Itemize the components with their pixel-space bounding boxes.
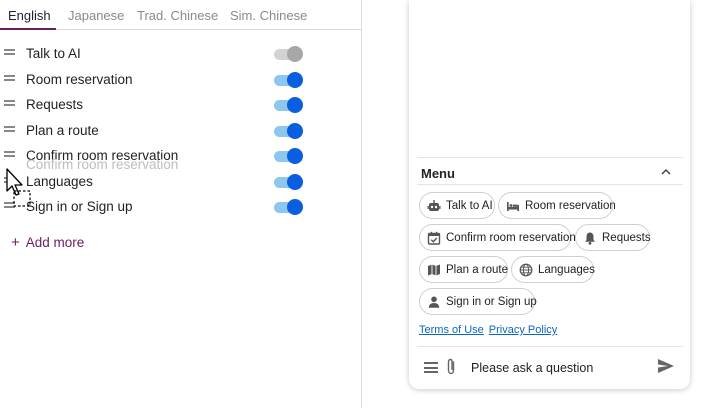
drag-handle-icon[interactable] bbox=[4, 126, 15, 134]
send-icon[interactable] bbox=[657, 358, 675, 374]
tab-japanese[interactable]: Japanese bbox=[68, 8, 124, 23]
chip-label: Confirm room reservation bbox=[446, 231, 576, 244]
chip-confirm-room-reservation[interactable]: Confirm room reservation bbox=[419, 224, 576, 251]
drag-handle-icon[interactable] bbox=[4, 151, 15, 159]
chevron-up-icon[interactable] bbox=[660, 167, 672, 177]
menu-item-label: Talk to AI bbox=[26, 46, 81, 61]
terms-of-use-link[interactable]: Terms of Use bbox=[419, 324, 484, 336]
menu-item-label: Room reservation bbox=[26, 72, 133, 87]
menu-icon[interactable] bbox=[424, 362, 438, 373]
tab-english[interactable]: English bbox=[8, 8, 51, 23]
drag-handle-icon[interactable] bbox=[4, 100, 15, 108]
calendar-check-icon bbox=[427, 231, 441, 245]
privacy-policy-link[interactable]: Privacy Policy bbox=[489, 324, 557, 336]
bed-icon bbox=[507, 201, 519, 211]
language-tabs: English Japanese Trad. Chinese Sim. Chin… bbox=[0, 0, 362, 30]
menu-item-label: Languages bbox=[26, 174, 93, 189]
robot-icon bbox=[427, 199, 441, 211]
chat-widget-preview: Menu Talk to AI Room reservation Confirm… bbox=[409, 0, 690, 389]
active-tab-indicator bbox=[0, 28, 56, 30]
menu-item-row: Talk to AI bbox=[0, 42, 362, 66]
drag-handle-icon[interactable] bbox=[4, 49, 15, 57]
menu-item-label: Sign in or Sign up bbox=[26, 199, 133, 214]
chip-requests[interactable]: Requests bbox=[575, 224, 651, 251]
menu-item-toggle[interactable] bbox=[274, 46, 303, 62]
chip-languages[interactable]: Languages bbox=[511, 256, 595, 283]
menu-item-toggle[interactable] bbox=[274, 72, 303, 88]
question-input[interactable]: Please ask a question bbox=[471, 361, 593, 375]
menu-item-row: Plan a route bbox=[0, 119, 362, 143]
globe-icon bbox=[519, 263, 533, 276]
chat-input-bar: Please ask a question bbox=[417, 346, 683, 389]
divider bbox=[417, 184, 683, 185]
menu-item-row: Requests bbox=[0, 93, 362, 117]
add-more-button[interactable]: + Add more bbox=[11, 234, 84, 251]
menu-item-row: Sign in or Sign up bbox=[0, 195, 362, 219]
chip-talk-to-ai[interactable]: Talk to AI bbox=[419, 192, 495, 219]
drag-handle-icon[interactable] bbox=[4, 75, 15, 83]
chip-label: Talk to AI bbox=[446, 199, 493, 212]
chip-label: Room reservation bbox=[525, 199, 616, 212]
menu-editor-panel: English Japanese Trad. Chinese Sim. Chin… bbox=[0, 0, 362, 408]
chip-label: Requests bbox=[602, 231, 651, 244]
menu-item-label: Plan a route bbox=[26, 123, 99, 138]
add-more-label: Add more bbox=[25, 235, 85, 250]
menu-item-toggle[interactable] bbox=[274, 97, 303, 113]
divider bbox=[417, 157, 683, 158]
chip-label: Plan a route bbox=[446, 263, 509, 276]
bell-icon bbox=[585, 232, 595, 245]
footer-links: Terms of Use Privacy Policy bbox=[419, 324, 562, 336]
menu-item-toggle[interactable] bbox=[274, 148, 303, 164]
menu-item-toggle[interactable] bbox=[274, 199, 303, 215]
chip-sign-in-or-sign-up[interactable]: Sign in or Sign up bbox=[419, 288, 537, 315]
chip-plan-a-route[interactable]: Plan a route bbox=[419, 256, 508, 283]
person-icon bbox=[428, 296, 440, 308]
menu-item-row: Languages bbox=[0, 170, 362, 194]
menu-item-toggle[interactable] bbox=[274, 174, 303, 190]
map-icon bbox=[428, 264, 440, 275]
menu-title: Menu bbox=[421, 166, 455, 181]
chip-label: Languages bbox=[538, 263, 595, 276]
chip-room-reservation[interactable]: Room reservation bbox=[498, 192, 616, 219]
tab-sim-chinese[interactable]: Sim. Chinese bbox=[230, 8, 307, 23]
menu-item-toggle[interactable] bbox=[274, 123, 303, 139]
tab-trad-chinese[interactable]: Trad. Chinese bbox=[137, 8, 218, 23]
drag-cursor-icon bbox=[6, 168, 31, 207]
plus-icon: + bbox=[11, 234, 20, 251]
menu-item-label: Requests bbox=[26, 97, 84, 112]
chip-label: Sign in or Sign up bbox=[446, 295, 537, 308]
menu-item-row: Room reservation bbox=[0, 68, 362, 92]
paperclip-icon[interactable] bbox=[445, 358, 457, 376]
